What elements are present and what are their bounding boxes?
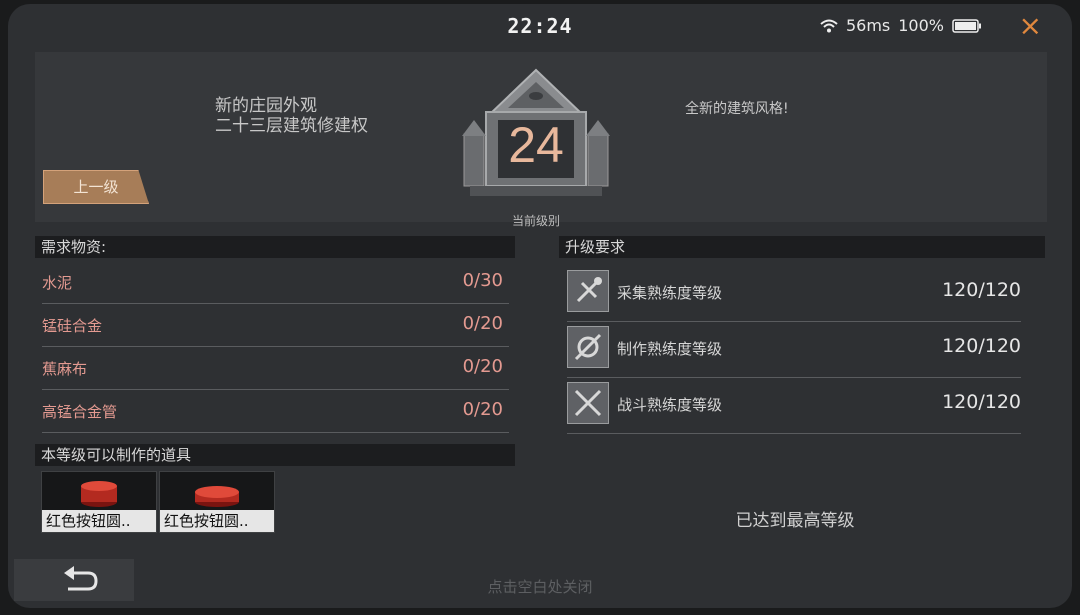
requirement-value: 120/120: [942, 279, 1021, 301]
combat-icon: [567, 382, 609, 424]
current-level-caption: 当前级别: [511, 214, 560, 228]
red-button-icon: [81, 481, 117, 507]
battery-text: 100%: [898, 16, 944, 35]
red-button-icon: [195, 486, 239, 507]
craftable-item-label: 红色按钮圆..: [42, 510, 156, 532]
craftable-item-label: 红色按钮圆..: [160, 510, 274, 532]
craft-icon: [567, 326, 609, 368]
requirement-row: 制作熟练度等级 120/120: [567, 322, 1021, 378]
status-indicators: 56ms 100%: [820, 16, 982, 35]
material-count: 0/20: [462, 356, 503, 377]
material-count: 0/30: [462, 270, 503, 291]
material-count: 0/20: [462, 313, 503, 334]
ping-text: 56ms: [845, 16, 891, 35]
material-name: 高锰合金管: [42, 403, 118, 421]
material-name: 水泥: [42, 274, 73, 292]
requirement-row: 采集熟练度等级 120/120: [567, 266, 1021, 322]
craftable-item[interactable]: 红色按钮圆..: [41, 471, 157, 533]
requirement-value: 120/120: [942, 335, 1021, 357]
requirement-row: 战斗熟练度等级 120/120: [567, 378, 1021, 434]
wifi-icon: [820, 19, 838, 32]
material-row: 锰硅合金 0/20: [42, 303, 509, 347]
materials-header: 需求物资:: [35, 236, 515, 258]
gather-icon: [567, 270, 609, 312]
material-count: 0/20: [462, 399, 503, 420]
unlock-title: 新的庄园外观: [215, 96, 317, 116]
level-hero: 新的庄园外观 二十三层建筑修建权 上一级 24 当前级别 全新的建筑风格!: [35, 52, 1047, 228]
current-level-number: 24: [508, 117, 564, 173]
close-hint: 点击空白处关闭: [487, 578, 593, 596]
material-row: 高锰合金管 0/20: [42, 389, 509, 433]
material-row: 蕉麻布 0/20: [42, 346, 509, 390]
reward-text: 全新的建筑风格!: [685, 101, 789, 117]
battery-icon: [952, 18, 981, 33]
status-bar: 22:24 56ms 100% ×: [8, 4, 1072, 48]
material-name: 锰硅合金: [42, 317, 103, 335]
requirement-name: 采集熟练度等级: [617, 284, 723, 302]
upgrade-panel: 22:24 56ms 100% × 新的庄园外观 二十三层建筑修建权 上一级 2…: [8, 4, 1072, 608]
material-name: 蕉麻布: [42, 360, 88, 378]
requirement-name: 制作熟练度等级: [617, 340, 723, 358]
max-level-text: 已达到最高等级: [735, 511, 855, 531]
material-row: 水泥 0/30: [42, 260, 509, 304]
previous-level-button[interactable]: 上一级: [43, 170, 149, 204]
unlock-subtitle: 二十三层建筑修建权: [215, 116, 368, 136]
craftable-header: 本等级可以制作的道具: [35, 444, 515, 466]
unlock-description: 新的庄园外观 二十三层建筑修建权: [215, 96, 368, 136]
level-emblem: 24 当前级别: [450, 64, 622, 228]
requirements-header: 升级要求: [559, 236, 1045, 258]
close-icon[interactable]: ×: [1019, 10, 1042, 42]
requirement-name: 战斗熟练度等级: [617, 396, 723, 414]
requirement-value: 120/120: [942, 391, 1021, 413]
craftable-item[interactable]: 红色按钮圆..: [159, 471, 275, 533]
